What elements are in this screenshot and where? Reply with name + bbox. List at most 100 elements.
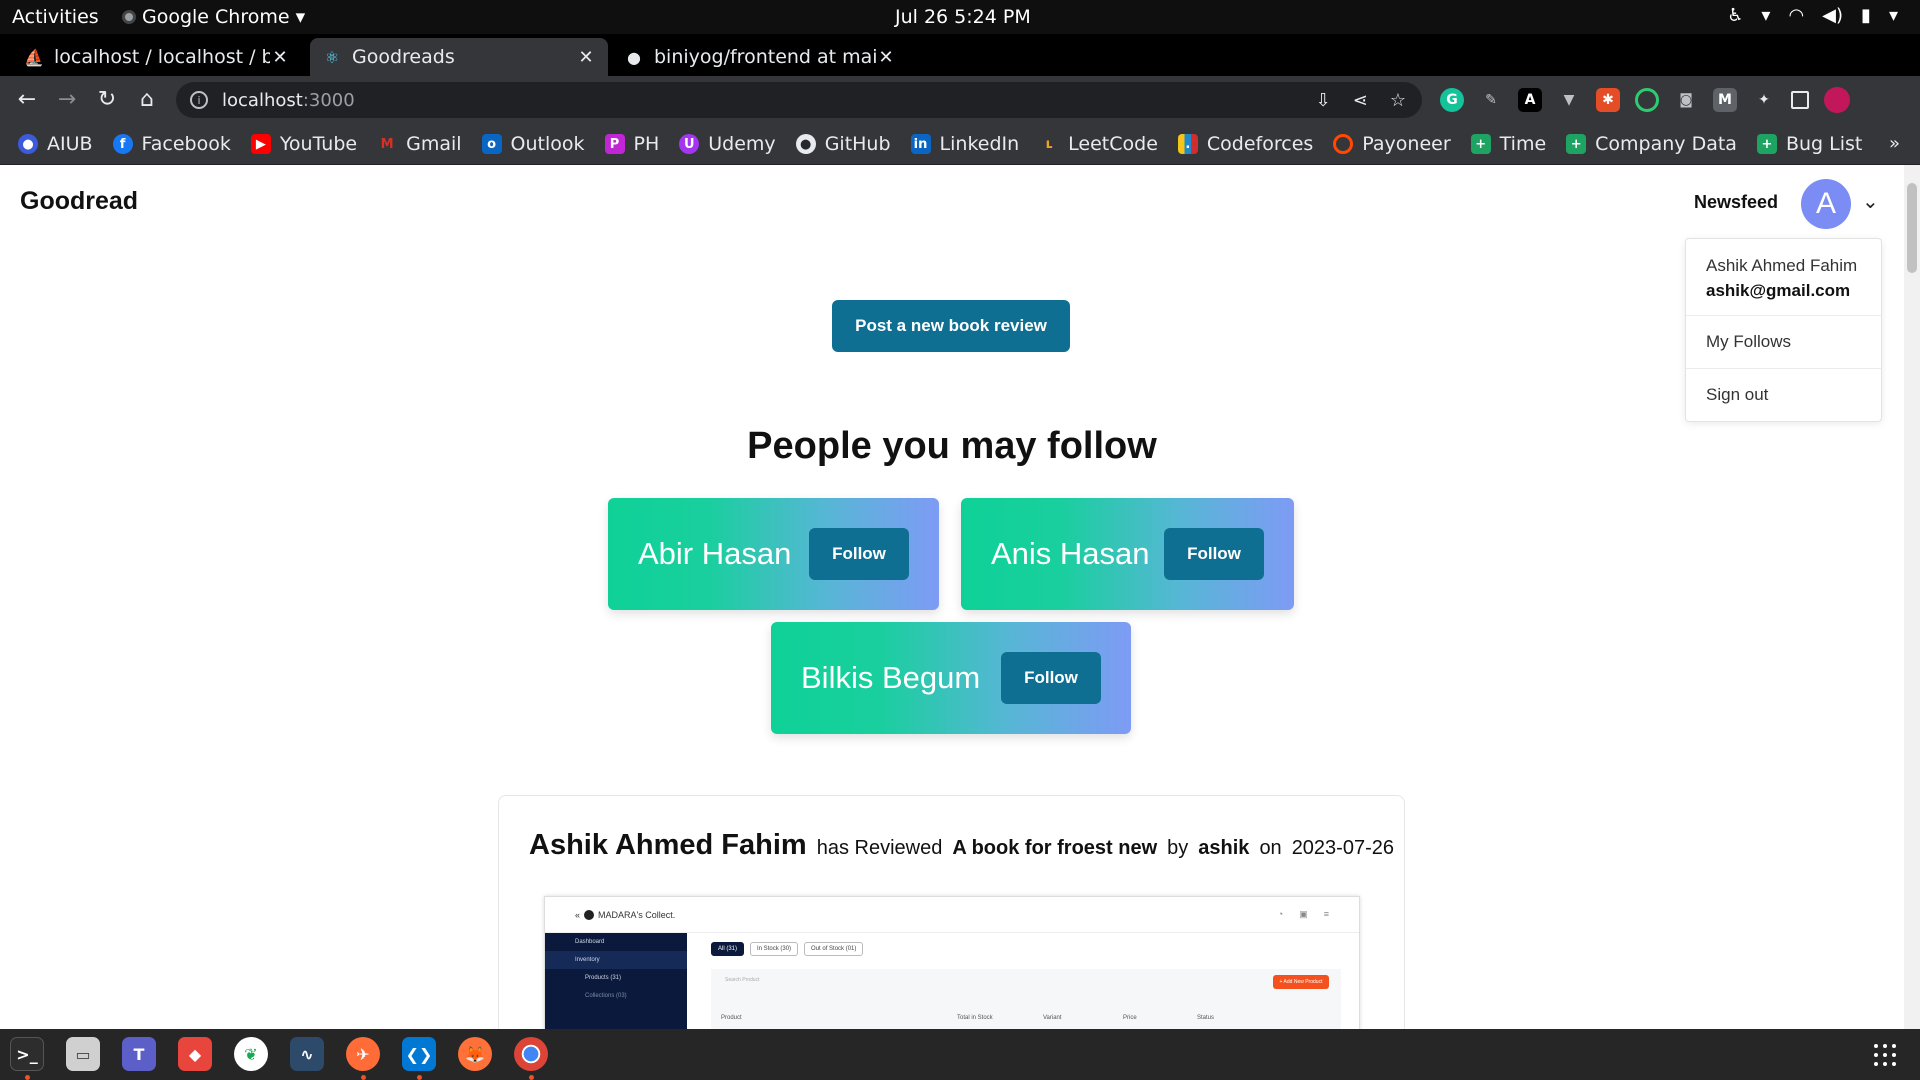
follow-button[interactable]: Follow xyxy=(1001,652,1101,704)
follow-card: Anis Hasan Follow xyxy=(961,498,1294,610)
system-tray[interactable]: ♿ ▾ ◠ ◀) ▮ ▾ xyxy=(1727,5,1898,26)
chevron-down-icon[interactable]: ⌄ xyxy=(1862,189,1879,214)
book-title[interactable]: A book for froest new xyxy=(952,837,1157,860)
volume-icon[interactable]: ◀) xyxy=(1822,5,1843,26)
site-info-icon[interactable]: i xyxy=(190,91,208,109)
chevron-down-icon[interactable]: ▾ xyxy=(1761,5,1770,26)
pen-extension-icon[interactable]: ✎ xyxy=(1479,88,1503,112)
person-name: Bilkis Begum xyxy=(801,660,981,695)
close-icon[interactable]: ✕ xyxy=(876,47,896,68)
mail-icon: ▣ xyxy=(1299,909,1308,919)
bookmark-ph[interactable]: P PH xyxy=(604,133,659,155)
install-icon[interactable]: ⇩ xyxy=(1316,90,1331,111)
post-review-button[interactable]: Post a new book review xyxy=(832,300,1070,352)
a-extension-icon[interactable]: A xyxy=(1518,88,1542,112)
grammarly-icon[interactable]: G xyxy=(1440,88,1464,112)
v-extension-icon[interactable]: ▼ xyxy=(1557,88,1581,112)
chrome-icon[interactable] xyxy=(514,1037,548,1071)
red-extension-icon[interactable]: ✱ xyxy=(1596,88,1620,112)
mysql-workbench-icon[interactable]: ∿ xyxy=(290,1037,324,1071)
github-icon: ● xyxy=(795,134,816,154)
bookmark-github[interactable]: ● GitHub xyxy=(795,133,891,155)
forward-icon[interactable]: → xyxy=(54,87,80,112)
follow-button[interactable]: Follow xyxy=(1164,528,1264,580)
bookmark-facebook[interactable]: f Facebook xyxy=(112,133,231,155)
show-applications-icon[interactable] xyxy=(1874,1044,1896,1066)
back-icon[interactable]: ← xyxy=(14,87,40,112)
reviewer-name[interactable]: Ashik Ahmed Fahim xyxy=(529,829,807,862)
bookmark-outlook[interactable]: o Outlook xyxy=(481,133,585,155)
app-menu[interactable]: Google Chrome ▾ xyxy=(122,6,305,28)
person-name: Anis Hasan xyxy=(991,536,1150,571)
close-icon[interactable]: ✕ xyxy=(576,47,596,68)
postman-icon[interactable]: ✈ xyxy=(346,1037,380,1071)
battery-icon[interactable]: ▮ xyxy=(1861,5,1871,26)
book-author[interactable]: ashik xyxy=(1198,837,1249,860)
url-host: localhost xyxy=(222,89,303,111)
teams-icon[interactable]: T xyxy=(122,1037,156,1071)
address-bar[interactable]: i localhost:3000 ⇩ ⋖ ☆ xyxy=(176,82,1422,118)
accessibility-icon[interactable]: ♿ xyxy=(1727,5,1743,26)
site-brand[interactable]: Goodread xyxy=(20,187,138,216)
mongodb-compass-icon[interactable]: ❦ xyxy=(234,1037,268,1071)
system-top-bar: Activities Google Chrome ▾ Jul 26 5:24 P… xyxy=(0,0,1920,34)
bookmark-gmail[interactable]: M Gmail xyxy=(377,133,462,155)
by-text: by xyxy=(1167,837,1189,859)
leetcode-icon: ʟ xyxy=(1045,136,1053,152)
star-icon[interactable]: ☆ xyxy=(1390,90,1406,111)
files-icon[interactable]: ▭ xyxy=(66,1037,100,1071)
outlook-icon: o xyxy=(481,134,502,154)
m-extension-icon[interactable]: M xyxy=(1713,88,1737,112)
tab-github[interactable]: ● biniyog/frontend at main ✕ xyxy=(612,38,908,76)
clock[interactable]: Jul 26 5:24 PM xyxy=(895,6,1031,28)
tab-goodreads[interactable]: ⚛ Goodreads ✕ xyxy=(310,38,608,76)
app-name: Google Chrome xyxy=(142,6,290,28)
sign-out-item[interactable]: Sign out xyxy=(1686,369,1881,421)
bookmark-time[interactable]: + Time xyxy=(1470,133,1546,155)
bookmark-linkedin[interactable]: in LinkedIn xyxy=(910,133,1020,155)
bookmark-leetcode[interactable]: ʟ LeetCode xyxy=(1039,133,1158,155)
newsfeed-link[interactable]: Newsfeed xyxy=(1694,192,1778,213)
gmail-icon: M xyxy=(380,136,394,152)
activities-button[interactable]: Activities xyxy=(12,6,99,28)
sheets-icon: + xyxy=(1756,134,1777,154)
vscode-icon[interactable]: ❮❯ xyxy=(402,1037,436,1071)
ph-icon: P xyxy=(604,134,625,154)
on-text: on xyxy=(1259,837,1282,859)
target-extension-icon[interactable] xyxy=(1635,88,1659,112)
share-icon[interactable]: ⋖ xyxy=(1353,90,1368,111)
chevron-down-icon[interactable]: ▾ xyxy=(1889,5,1898,26)
wifi-icon[interactable]: ◠ xyxy=(1788,5,1804,26)
terminal-icon[interactable]: >_ xyxy=(10,1037,44,1071)
scrollbar-thumb[interactable] xyxy=(1907,183,1917,273)
chevron-down-icon: ▾ xyxy=(295,6,306,28)
bookmark-label: LinkedIn xyxy=(939,133,1020,155)
bookmark-bug-list[interactable]: + Bug List xyxy=(1756,133,1862,155)
home-icon[interactable]: ⌂ xyxy=(134,87,160,112)
anydesk-icon[interactable]: ◆ xyxy=(178,1037,212,1071)
bookmark-udemy[interactable]: U Udemy xyxy=(679,133,776,155)
bookmark-payoneer[interactable]: Payoneer xyxy=(1333,133,1451,155)
image-tab: All (31) xyxy=(711,942,745,956)
sidepanel-icon[interactable] xyxy=(1791,91,1809,109)
bookmark-codeforces[interactable]: . Codeforces xyxy=(1177,133,1313,155)
profile-avatar[interactable] xyxy=(1824,87,1850,113)
reload-icon[interactable]: ↻ xyxy=(94,87,120,112)
firefox-icon[interactable]: 🦊 xyxy=(458,1037,492,1071)
bookmark-company-data[interactable]: + Company Data xyxy=(1566,133,1737,155)
image-tabs: All (31) In Stock (30) Out of Stock (01) xyxy=(711,942,864,956)
bookmark-youtube[interactable]: ▶ YouTube xyxy=(250,133,357,155)
follow-card: Bilkis Begum Follow xyxy=(771,622,1131,734)
puzzle-icon[interactable]: ✦ xyxy=(1752,88,1776,112)
bookmark-aiub[interactable]: ● AIUB xyxy=(18,133,93,155)
bell-icon: ◔ xyxy=(1277,909,1284,919)
tab-phpmyadmin[interactable]: ⛵ localhost / localhost / bini ✕ xyxy=(12,38,302,76)
tab-strip: ⛵ localhost / localhost / bini ✕ ⚛ Goodr… xyxy=(0,34,1920,104)
my-follows-item[interactable]: My Follows xyxy=(1686,316,1881,369)
more-bookmarks-icon[interactable]: » xyxy=(1889,133,1900,154)
close-icon[interactable]: ✕ xyxy=(270,47,290,68)
follow-button[interactable]: Follow xyxy=(809,528,909,580)
camera-icon[interactable]: ◙ xyxy=(1674,88,1698,112)
user-avatar[interactable]: A xyxy=(1801,179,1851,229)
page-scrollbar[interactable] xyxy=(1904,165,1920,1029)
